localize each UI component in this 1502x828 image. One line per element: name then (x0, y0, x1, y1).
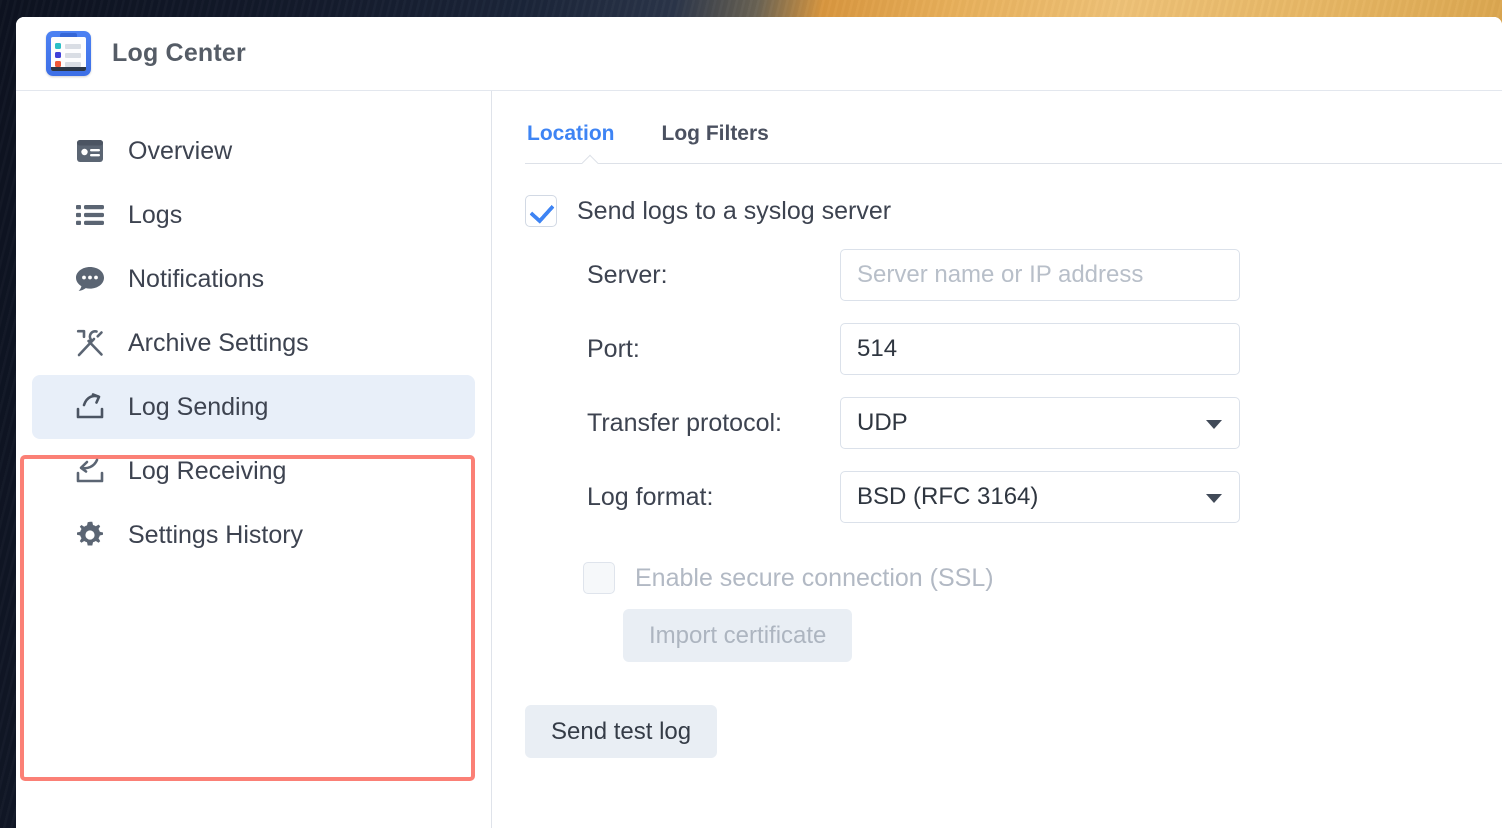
active-tab-notch (582, 153, 604, 164)
server-label: Server: (587, 260, 668, 289)
content-pane: Location Log Filters Send logs to a sysl… (492, 91, 1502, 828)
tab-divider (525, 163, 1502, 164)
sidebar-item-log-sending[interactable]: Log Sending (32, 375, 475, 439)
tab-log-filters[interactable]: Log Filters (640, 122, 794, 163)
field-row-server: Server: Server name or IP address (525, 249, 1502, 301)
sidebar-item-archive-settings[interactable]: Archive Settings (32, 311, 475, 375)
sidebar-item-notifications[interactable]: Notifications (32, 247, 475, 311)
log-format-label: Log format: (587, 482, 714, 511)
send-logs-label: Send logs to a syslog server (577, 196, 892, 225)
tools-icon (73, 326, 107, 360)
overview-card-icon (73, 134, 107, 168)
enable-ssl-label: Enable secure connection (SSL) (635, 563, 994, 592)
sidebar-item-settings-history[interactable]: Settings History (32, 503, 475, 567)
field-row-log-format: Log format: BSD (RFC 3164) (525, 471, 1502, 523)
location-settings-form: Send logs to a syslog server Server: Ser… (525, 164, 1502, 758)
log-format-select[interactable]: BSD (RFC 3164) (840, 471, 1240, 523)
sidebar-item-label: Notifications (128, 264, 265, 293)
send-test-log-row: Send test log (525, 705, 1502, 758)
enable-ssl-checkbox (583, 562, 615, 594)
sidebar-item-overview[interactable]: Overview (32, 119, 475, 183)
chevron-down-icon (1206, 494, 1222, 503)
send-test-log-button[interactable]: Send test log (525, 705, 718, 758)
field-row-transfer-protocol: Transfer protocol: UDP (525, 397, 1502, 449)
download-tray-icon (73, 454, 107, 488)
chat-bubble-icon (73, 262, 107, 296)
sidebar-item-label: Settings History (128, 520, 304, 549)
app-title: Log Center (112, 39, 246, 67)
sidebar: Overview Logs Notifications Archive Sett… (16, 91, 492, 828)
upload-share-icon (73, 390, 107, 424)
transfer-protocol-select[interactable]: UDP (840, 397, 1240, 449)
window-titlebar: Log Center (16, 17, 1502, 91)
sidebar-item-label: Log Receiving (128, 456, 287, 485)
log-format-value: BSD (RFC 3164) (857, 483, 1039, 510)
sidebar-item-label: Log Sending (128, 392, 269, 421)
sidebar-item-logs[interactable]: Logs (32, 183, 475, 247)
import-certificate-button: Import certificate (623, 609, 853, 662)
server-input[interactable]: Server name or IP address (840, 249, 1240, 301)
transfer-protocol-value: UDP (857, 409, 908, 436)
sidebar-item-label: Logs (128, 200, 183, 229)
port-label: Port: (587, 334, 640, 363)
sidebar-item-label: Archive Settings (128, 328, 309, 357)
log-center-window: Log Center Overview Logs Notifications A… (16, 17, 1502, 828)
gear-icon (73, 518, 107, 552)
sidebar-item-label: Overview (128, 136, 233, 165)
import-certificate-row: Import certificate (525, 609, 1502, 662)
clipboard-list-icon (46, 31, 91, 76)
port-input-value: 514 (857, 335, 898, 362)
sidebar-item-log-receiving[interactable]: Log Receiving (32, 439, 475, 503)
tab-bar: Location Log Filters (525, 122, 1502, 163)
port-input[interactable]: 514 (840, 323, 1240, 375)
ssl-checkbox-row: Enable secure connection (SSL) (525, 562, 1502, 594)
field-row-port: Port: 514 (525, 323, 1502, 375)
list-icon (73, 198, 107, 232)
send-logs-checkbox-row: Send logs to a syslog server (525, 195, 1502, 227)
window-body: Overview Logs Notifications Archive Sett… (16, 91, 1502, 828)
chevron-down-icon (1206, 420, 1222, 429)
transfer-protocol-label: Transfer protocol: (587, 408, 782, 437)
send-logs-checkbox[interactable] (525, 195, 557, 227)
server-input-placeholder: Server name or IP address (857, 261, 1144, 288)
